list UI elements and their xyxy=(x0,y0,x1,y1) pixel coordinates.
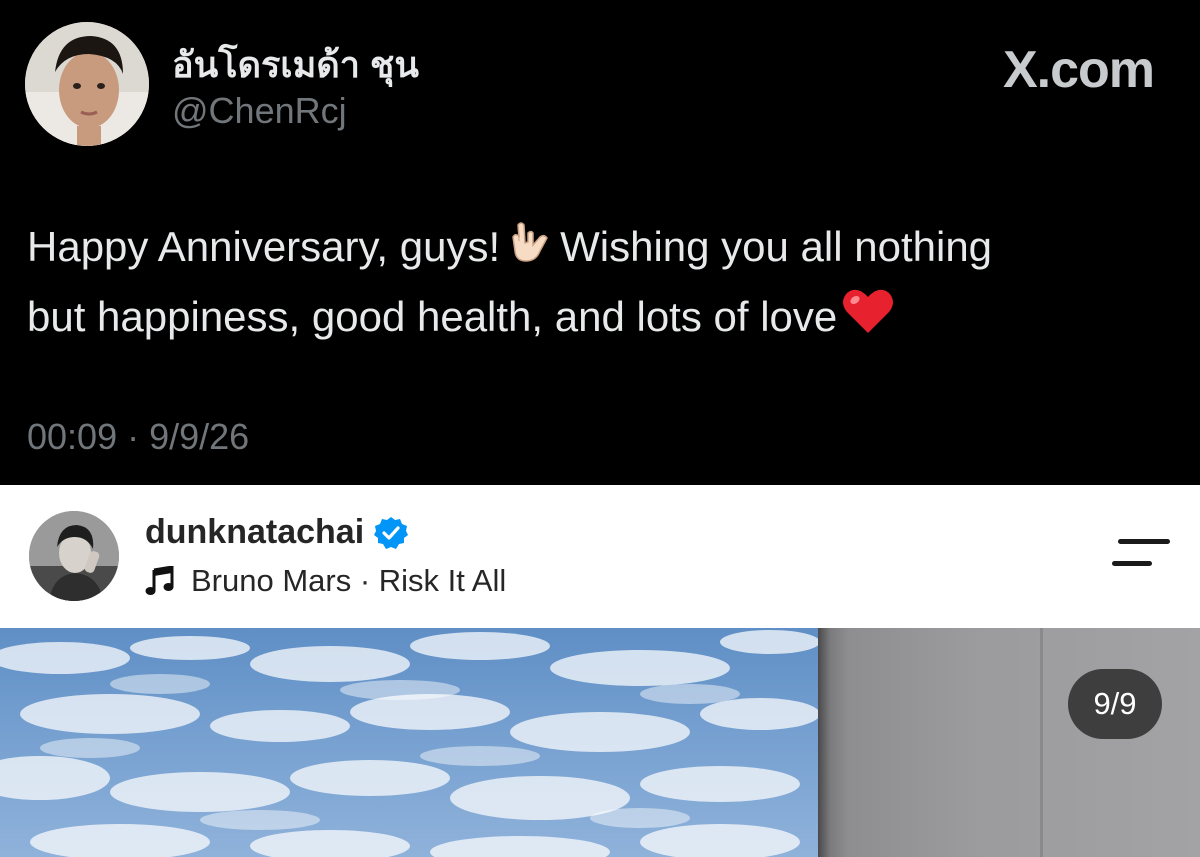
menu-icon[interactable] xyxy=(1112,535,1170,569)
instagram-post: dunknatachai Bruno Mars · Risk It All 9/… xyxy=(0,485,1200,857)
instagram-avatar[interactable] xyxy=(29,511,119,601)
sky-background xyxy=(0,628,820,857)
tweet-text: Happy Anniversary, guys! Wishing you all… xyxy=(27,215,1167,354)
x-brand-watermark: X.com xyxy=(1002,41,1155,99)
tweet-author-avatar[interactable] xyxy=(25,22,149,146)
tweet-text-part-2: Wishing you all nothing xyxy=(560,223,993,271)
red-heart-icon xyxy=(841,286,895,354)
tweet-handle[interactable]: @ChenRcj xyxy=(172,90,347,132)
wall-edge xyxy=(818,628,830,857)
carousel-counter-badge: 9/9 xyxy=(1068,669,1162,739)
tweet-text-line-1: Happy Anniversary, guys! Wishing you all… xyxy=(27,215,1167,285)
instagram-user-row[interactable]: dunknatachai xyxy=(145,513,409,552)
music-note-icon xyxy=(145,565,175,596)
tweet-display-name[interactable]: อันโดรเมด้า ชุน xyxy=(172,36,419,93)
wall-seam xyxy=(1040,628,1043,857)
instagram-music-label[interactable]: Bruno Mars · Risk It All xyxy=(191,563,506,599)
instagram-post-header: dunknatachai Bruno Mars · Risk It All xyxy=(0,485,1200,628)
concrete-wall xyxy=(818,628,1200,857)
instagram-post-image[interactable] xyxy=(0,628,1200,857)
tweet-text-line-2: but happiness, good health, and lots of … xyxy=(27,285,1167,354)
instagram-username[interactable]: dunknatachai xyxy=(145,513,364,552)
tweet-timestamp[interactable]: 00:09 · 9/9/26 xyxy=(27,416,249,458)
verified-badge-icon xyxy=(374,516,409,550)
tweet-text-part-1: Happy Anniversary, guys! xyxy=(27,223,501,271)
love-you-gesture-icon xyxy=(504,215,556,285)
tweet-text-part-3: but happiness, good health, and lots of … xyxy=(27,293,838,340)
instagram-music-row[interactable]: Bruno Mars · Risk It All xyxy=(145,563,506,599)
tweet-card: อันโดรเมด้า ชุน @ChenRcj X.com Happy Ann… xyxy=(0,0,1200,485)
